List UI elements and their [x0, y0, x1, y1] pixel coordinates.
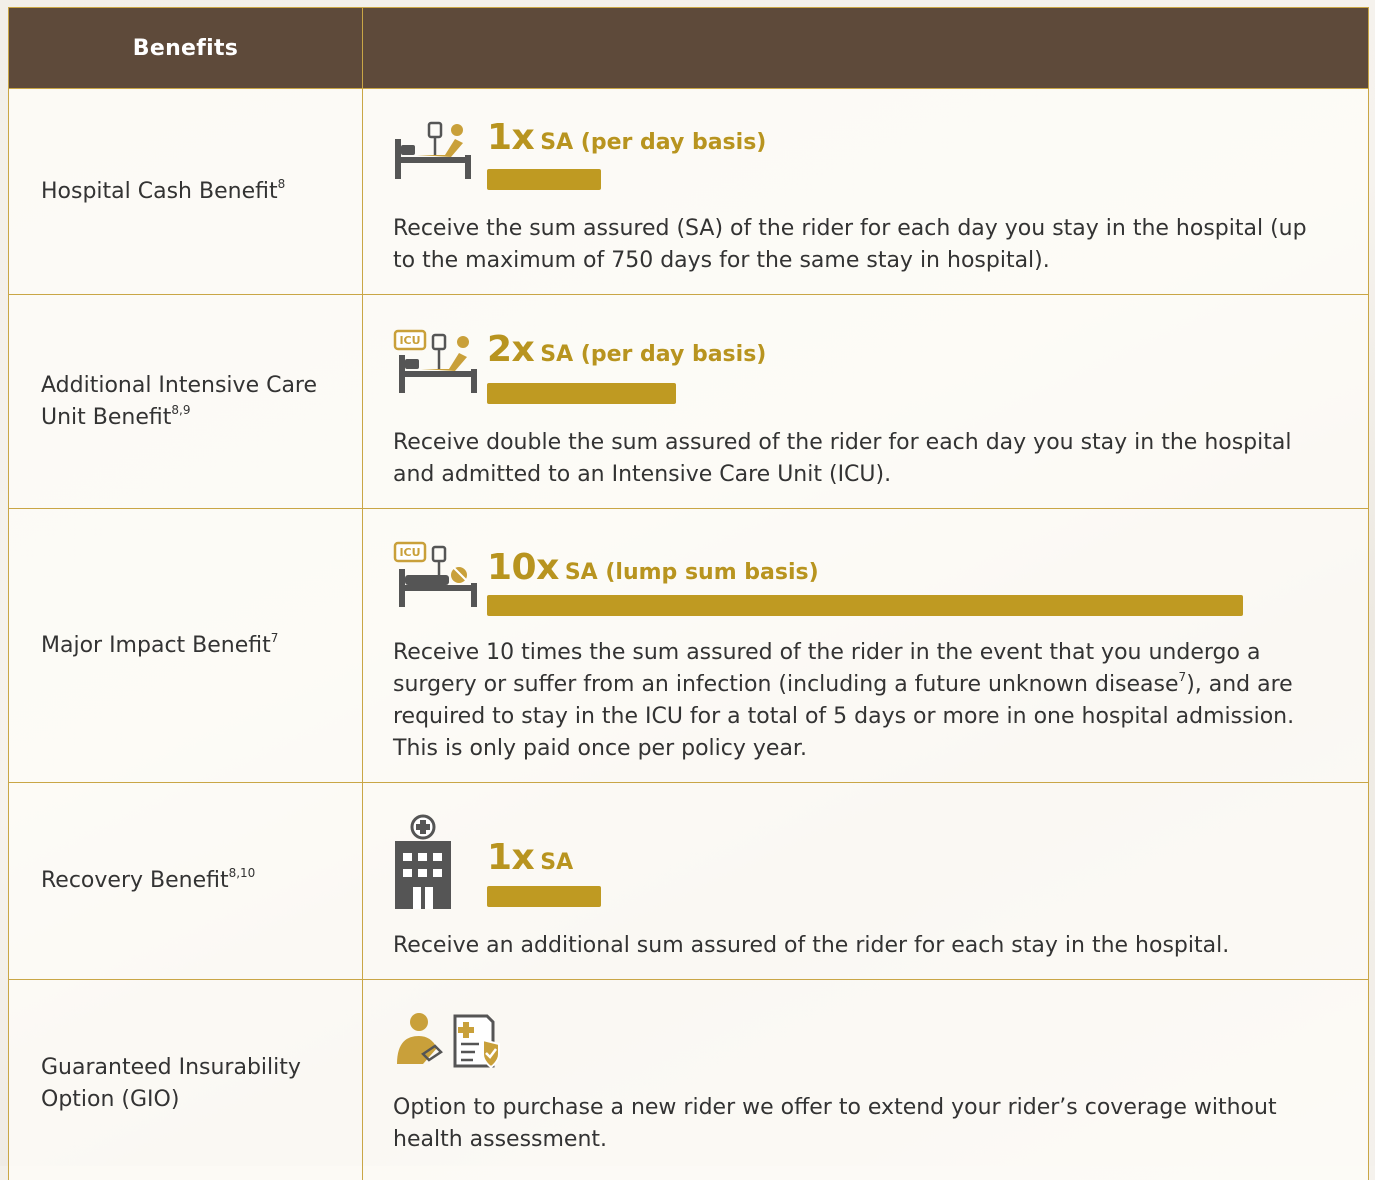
benefit-label: Hospital Cash Benefit8 [41, 176, 285, 208]
benefit-multiplier: 2x SA (per day basis) [487, 329, 766, 370]
footnote-ref: 8,10 [228, 866, 256, 880]
table-header: Benefits [8, 7, 1369, 89]
benefit-name: Hospital Cash Benefit [41, 178, 278, 204]
icu-tag-text: ICU [399, 546, 420, 559]
header-benefits-label: Benefits [132, 35, 239, 61]
row-label-cell: Major Impact Benefit7 [9, 509, 363, 782]
benefit-name: Recovery Benefit [41, 868, 229, 893]
row-label-cell: Guaranteed Insurability Option (GIO) [9, 980, 363, 1180]
benefit-label: Additional Intensive Care Unit Benefit8,… [41, 370, 362, 434]
benefit-label: Recovery Benefit8,10 [41, 865, 255, 897]
benefit-name: Additional Intensive Care Unit Benefit [41, 372, 318, 430]
multiplier-basis: SA (per day basis) [540, 130, 767, 155]
icu-bed-icon: ICU [393, 329, 477, 393]
table-row-recovery: Recovery Benefit8,10 1x SA Receive an ad… [8, 783, 1369, 980]
icu-surgery-bed-icon: ICU [393, 541, 477, 607]
multiplier-basis: SA (per day basis) [540, 342, 767, 367]
multiplier-value: 10x [487, 547, 559, 588]
row-detail-cell: ICU 2x SA (per day basis) Receive double… [363, 295, 1368, 508]
table-row-gio: Guaranteed Insurability Option (GIO) Opt… [8, 980, 1369, 1180]
multiplier-value: 1x [487, 837, 535, 878]
benefit-bar [487, 595, 1243, 616]
benefit-multiplier: 1x SA [487, 837, 573, 878]
row-detail-cell: 1x SA Receive an additional sum assured … [363, 783, 1368, 979]
row-label-cell: Additional Intensive Care Unit Benefit8,… [9, 295, 363, 508]
benefit-bar [487, 169, 601, 190]
footnote-ref: 7 [270, 630, 279, 645]
header-details-cell [363, 8, 1368, 88]
multiplier-basis: SA (lump sum basis) [564, 560, 819, 585]
row-detail-cell: 1x SA (per day basis) Receive the sum as… [363, 89, 1368, 294]
icu-tag-text: ICU [399, 334, 420, 347]
footnote-ref: 8,9 [171, 402, 191, 417]
header-benefits-cell: Benefits [9, 8, 363, 88]
benefit-description: Receive the sum assured (SA) of the ride… [393, 216, 1307, 273]
benefit-description: Receive double the sum assured of the ri… [393, 430, 1292, 487]
benefit-bar [487, 886, 601, 907]
row-detail-cell: ICU 10x SA (lump sum basis) Receive 10 t… [363, 509, 1368, 782]
multiplier-value: 2x [487, 329, 535, 370]
benefit-bar [487, 383, 676, 404]
hospital-building-icon [395, 814, 451, 909]
footnote-ref: 8 [277, 176, 286, 191]
benefits-table: Benefits Hospital Cash Benefit8 1x SA (p… [8, 7, 1369, 1180]
insurance-document-shield-icon [453, 1014, 500, 1069]
doctor-icon [397, 1013, 500, 1069]
benefit-description: Option to purchase a new rider we offer … [393, 1095, 1277, 1152]
multiplier-basis: SA [540, 850, 574, 875]
benefit-description: Receive 10 times the sum assured of the … [393, 637, 1328, 765]
benefit-description: Receive an additional sum assured of the… [393, 933, 1230, 958]
table-row-major-impact: Major Impact Benefit7 ICU 10x SA (lump s… [8, 509, 1369, 783]
multiplier-value: 1x [487, 117, 535, 158]
row-label-cell: Hospital Cash Benefit8 [9, 89, 363, 294]
row-label-cell: Recovery Benefit8,10 [9, 783, 363, 979]
benefit-label: Guaranteed Insurability Option (GIO) [41, 1055, 301, 1112]
table-row-hospital-cash: Hospital Cash Benefit8 1x SA (per day ba… [8, 89, 1369, 295]
hospital-bed-icon [395, 121, 471, 179]
benefit-name: Major Impact Benefit [41, 632, 271, 658]
table-row-icu: Additional Intensive Care Unit Benefit8,… [8, 295, 1369, 509]
benefit-multiplier: 1x SA (per day basis) [487, 117, 766, 158]
benefit-label: Major Impact Benefit7 [41, 630, 278, 662]
benefit-multiplier: 10x SA (lump sum basis) [487, 547, 819, 588]
description-part-1: Receive 10 times the sum assured of the … [393, 640, 1261, 697]
row-detail-cell: Option to purchase a new rider we offer … [363, 980, 1368, 1180]
